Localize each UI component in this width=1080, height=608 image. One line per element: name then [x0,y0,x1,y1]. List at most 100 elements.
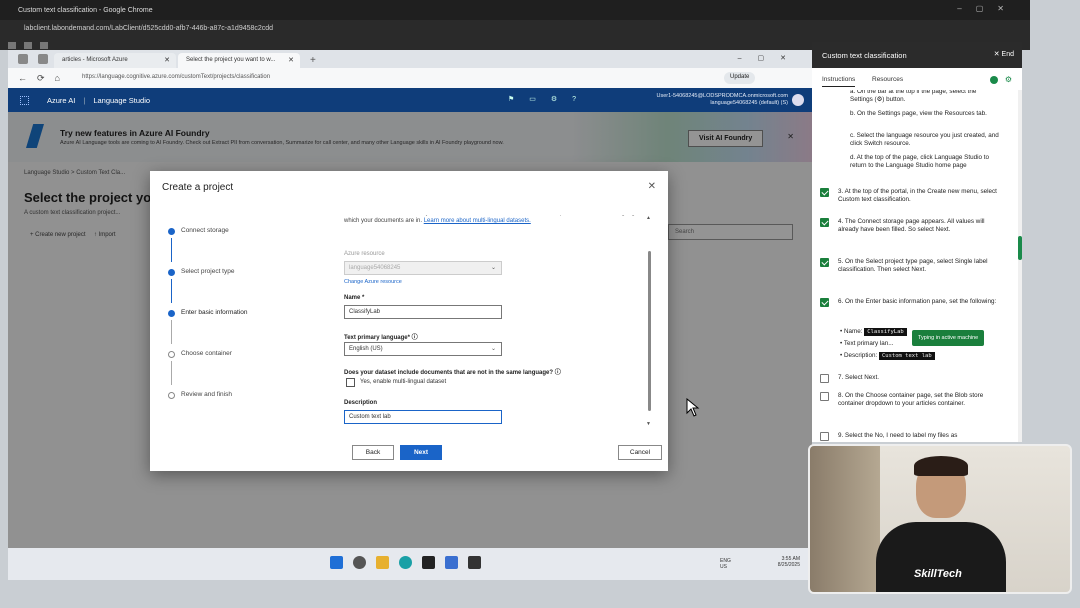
cancel-button[interactable]: Cancel [618,445,662,460]
info-icon[interactable]: ⓘ [555,370,561,376]
step-label: Enter basic information [181,309,248,316]
user-resource: language54068245 (default) (S) [710,100,788,106]
bookmark-icon[interactable] [40,42,48,49]
scrollbar-thumb[interactable] [648,251,651,411]
apps-grid-icon[interactable] [20,95,29,105]
next-button[interactable]: Next [400,445,442,460]
description-field[interactable]: Custom text lab [344,410,502,424]
close-icon[interactable]: ✕ [164,56,170,64]
multilingual-link[interactable]: Learn more about multi-lingual datasets. [424,218,531,224]
edge-url-input[interactable]: https://language.cognitive.azure.com/cus… [74,71,634,85]
azure-resource-select: language54068245 ⌄ [344,261,502,275]
tab-azure-articles[interactable]: articles - Microsoft Azure ✕ [54,53,176,68]
lab-step-text: 7. Select Next. [838,374,879,381]
webcam-overlay: SkillTech [808,444,1072,594]
help-icon[interactable] [990,76,998,84]
vscode-icon[interactable] [445,556,458,569]
end-label: End [1001,51,1014,58]
step-done-icon [168,269,175,276]
file-explorer-icon[interactable] [376,556,389,569]
lab-scrollbar[interactable] [1018,90,1022,442]
info-icon[interactable]: ⓘ [412,335,418,341]
edge-window-controls[interactable]: –▢✕ [738,54,802,62]
edge-address-bar: ← ⟳ ⌂ https://language.cognitive.azure.c… [8,68,812,88]
step-checkbox[interactable] [820,188,829,197]
shirt-logo: SkillTech [914,568,962,580]
user-email: User1-54068245@LODSPRODMCA.onmicrosoft.c… [656,93,788,99]
typing-tooltip: Typing in active machine [912,330,985,347]
input-language[interactable]: ENG US [720,558,731,570]
step-pending-icon [168,351,175,358]
outer-window-title: Custom text classification - Google Chro… [18,6,153,14]
bullet-label: Text primary lan... [843,340,894,347]
user-info[interactable]: User1-54068245@LODSPRODMCA.onmicrosoft.c… [656,93,788,107]
outer-address-bar[interactable]: labclient.labondemand.com/LabClient/d525… [0,20,1030,36]
brand-separator: | [83,95,86,105]
back-icon[interactable]: ← [18,73,27,83]
gear-icon[interactable]: ⚙ [1005,75,1012,84]
close-icon[interactable]: ✕ [648,181,656,192]
step-checkbox[interactable] [820,374,829,383]
system-clock[interactable]: 3:55 AM 8/25/2025 [778,556,800,568]
close-icon[interactable]: ✕ [288,56,294,64]
description-value: Custom text lab [349,414,391,420]
step-connector [171,238,172,262]
lab-step-text: 9. Select the No, I need to label my fil… [838,432,958,439]
windows-taskbar: ENG US 3:55 AM 8/25/2025 [8,548,812,580]
new-tab-icon[interactable]: + [310,55,316,66]
edge-icon[interactable] [399,556,412,569]
home-icon[interactable]: ⌂ [55,73,60,83]
step-checkbox[interactable] [820,298,829,307]
language-select[interactable]: English (US) ⌄ [344,342,502,356]
avatar[interactable] [792,94,804,106]
scroll-up-icon[interactable]: ▲ [646,215,651,221]
end-lab-button[interactable]: ✕ End [994,50,1014,58]
step-checkbox[interactable] [820,432,829,441]
tab-language-studio[interactable]: Select the project you want to w... ✕ [178,53,300,68]
dialog-scrollbar[interactable]: ▲ ▼ [646,215,651,427]
multilingual-question-text: Does your dataset include documents that… [344,370,554,376]
type-text-code[interactable]: ClassifyLab [864,328,907,336]
start-icon[interactable] [330,556,343,569]
azure-resource-label: Azure resource [344,251,385,257]
product-name[interactable]: Language Studio [93,96,150,105]
refresh-icon[interactable]: ⟳ [37,73,45,84]
type-text-code[interactable]: Custom text lab [878,352,935,360]
lab-step-text: 3. At the top of the portal, in the Crea… [838,188,997,204]
step-checkbox[interactable] [820,392,829,401]
form-intro: Enter the basic information for your cus… [344,215,642,225]
tab-actions-icon[interactable] [38,54,48,64]
lab-step-text: 4. The Connect storage page appears. All… [838,218,985,234]
lab-steps: a. On the bar at the top if the page, se… [812,90,1018,442]
multilingual-checkbox-label[interactable]: Yes, enable multi-lingual dataset [360,379,446,385]
window-controls[interactable]: –▢✕ [957,4,1018,13]
tab-instructions[interactable]: Instructions [822,76,856,87]
scroll-down-icon[interactable]: ▼ [646,421,651,427]
substep-d: d. At the top of the page, click Languag… [850,154,989,170]
bookmark-icon[interactable] [24,42,32,49]
cmd-icon[interactable] [468,556,481,569]
language-label-text: Text primary language* [344,335,410,341]
name-field[interactable]: ClassifyLab [344,305,502,319]
topbar-icons[interactable]: ⚑▭⚙? [508,95,591,103]
multilingual-question: Does your dataset include documents that… [344,367,561,376]
update-button[interactable]: Update [724,72,756,84]
step-checkbox[interactable] [820,258,829,267]
terminal-icon[interactable] [422,556,435,569]
dialog-title: Create a project [162,182,234,193]
bookmark-icon[interactable] [8,42,16,49]
substep-c: c. Select the language resource you just… [850,132,999,148]
scrollbar-thumb[interactable] [1018,236,1022,260]
back-button[interactable]: Back [352,445,394,460]
azure-resource-value: language54068245 [349,265,401,271]
lab-step-text: 8. On the Choose container page, set the… [838,392,984,408]
presenter-hair [914,456,968,476]
change-resource-link[interactable]: Change Azure resource [344,279,402,285]
step-checkbox[interactable] [820,218,829,227]
profile-icon[interactable] [18,54,28,64]
multilingual-checkbox[interactable] [346,378,355,387]
search-icon[interactable] [353,556,366,569]
azure-brand[interactable]: Azure AI [47,96,75,105]
tab-resources[interactable]: Resources [872,76,903,83]
name-value: ClassifyLab [349,309,381,315]
